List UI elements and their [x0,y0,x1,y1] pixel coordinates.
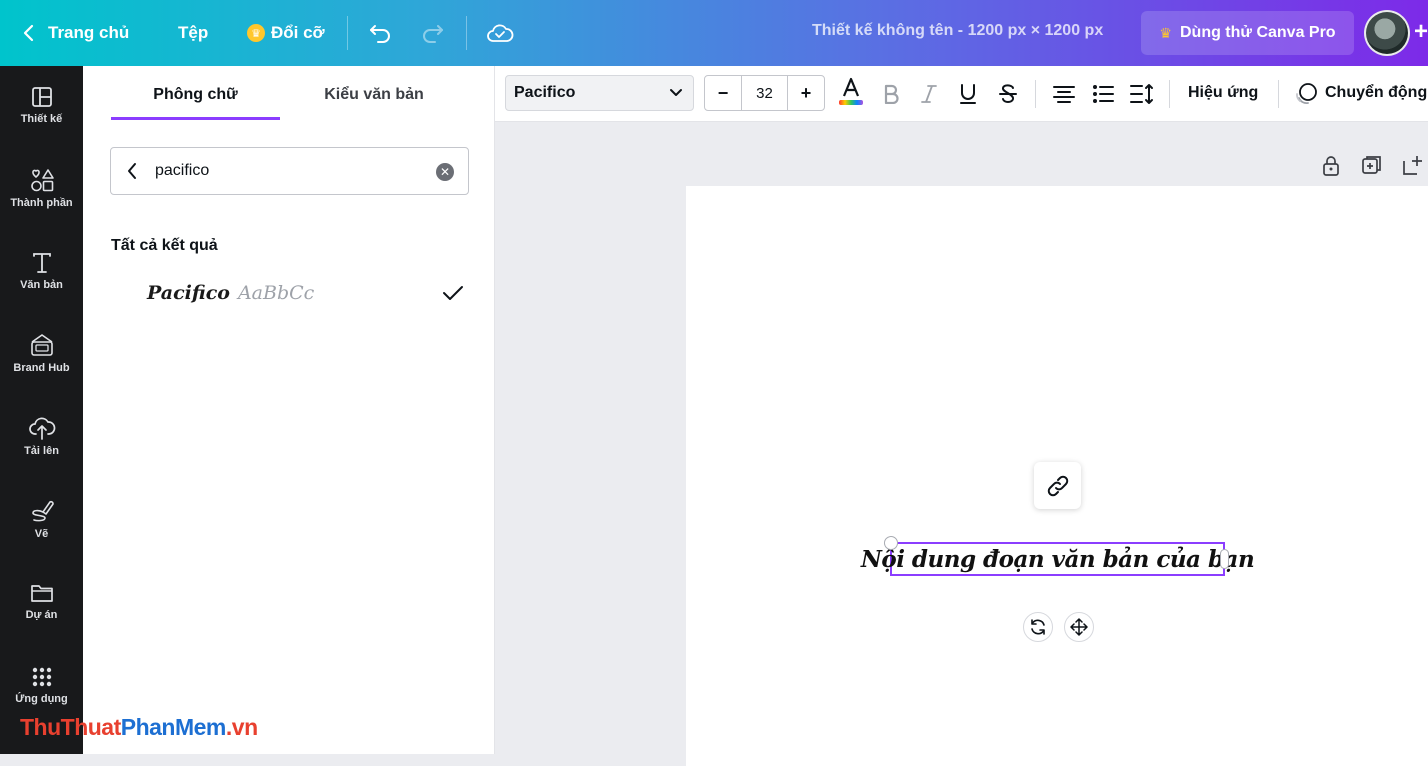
font-family-value: Pacifico [514,84,576,101]
add-page-icon[interactable] [1402,154,1424,176]
brand-hub-icon [29,332,55,362]
chevron-left-icon[interactable] [127,162,137,180]
chevron-down-icon [669,86,683,100]
sidebar-item-label: Thiết kế [20,113,63,125]
left-sidebar: Thiết kế Thành phần Văn bản Brand Hub Tả… [0,66,83,754]
avatar[interactable] [1364,10,1410,56]
sidebar-item-projects[interactable]: Dự án [0,581,83,651]
move-icon[interactable] [1064,612,1094,642]
sidebar-item-label: Thành phần [10,197,73,209]
canvas-text[interactable]: Nội dung đoạn văn bản của bạn [861,546,1255,573]
resize-button[interactable]: ♛ Đổi cỡ [247,13,325,53]
text-color-icon[interactable] [838,77,864,105]
strikethrough-icon[interactable] [995,81,1021,107]
effects-button[interactable]: Hiệu ứng [1188,84,1258,102]
text-toolbar: Pacifico − 32 + Hiệu ứng Chuyển động [495,66,1428,122]
apps-grid-icon [30,665,54,693]
home-button[interactable]: Trang chủ [22,13,129,53]
decrease-size-button[interactable]: − [705,76,741,110]
results-heading: Tất cả kết quả [111,237,218,254]
file-menu-button[interactable]: Tệp [178,13,208,53]
bold-icon[interactable] [878,81,904,107]
link-icon[interactable] [1034,462,1081,509]
redo-icon[interactable] [418,18,448,48]
checkmark-icon [441,283,465,303]
text-icon [30,251,54,279]
sidebar-item-text[interactable]: Văn bản [0,251,83,321]
resize-label: Đổi cỡ [271,23,325,42]
divider [466,16,467,50]
font-result-sample: AaBbCc [237,282,315,304]
undo-icon[interactable] [365,18,395,48]
try-pro-button[interactable]: ♛ Dùng thử Canva Pro [1141,11,1354,55]
sidebar-item-label: Ứng dụng [15,693,68,705]
layout-icon [30,85,54,113]
animate-button[interactable]: Chuyển động [1325,84,1427,102]
top-bar: Trang chủ Tệp ♛ Đổi cỡ Thiết kế không tê… [0,0,1428,66]
sidebar-item-label: Vẽ [34,528,49,540]
design-title[interactable]: Thiết kế không tên - 1200 px × 1200 px [812,22,1103,40]
divider [347,16,348,50]
watermark-logo: ThuThuatPhanMem.vn [20,714,258,740]
sidebar-item-label: Brand Hub [13,362,70,374]
tab-text-styles[interactable]: Kiểu văn bản [289,86,459,120]
design-page[interactable]: Nội dung đoạn văn bản của bạn [686,186,1428,766]
font-family-dropdown[interactable]: Pacifico [505,75,694,111]
search-query[interactable]: pacifico [155,162,209,180]
add-button[interactable]: + [1414,18,1428,46]
sidebar-item-brand-hub[interactable]: Brand Hub [0,332,83,402]
canvas-area: Nội dung đoạn văn bản của bạn [495,122,1428,766]
cloud-saved-icon[interactable] [485,18,515,48]
home-label: Trang chủ [48,23,130,42]
resize-handle[interactable] [884,536,898,550]
selected-text-box[interactable]: Nội dung đoạn văn bản của bạn [861,536,1255,576]
tab-fonts[interactable]: Phông chữ [111,86,280,120]
list-icon[interactable] [1090,81,1116,107]
divider [1169,80,1170,108]
resize-handle[interactable] [1220,549,1229,569]
sidebar-item-design[interactable]: Thiết kế [0,85,83,155]
font-result-name: Pacifico [147,282,230,304]
sidebar-item-label: Văn bản [20,279,63,291]
line-spacing-icon[interactable] [1129,81,1155,107]
underline-icon[interactable] [955,81,981,107]
font-size-input[interactable]: 32 [741,76,788,110]
italic-icon[interactable] [916,81,942,107]
folder-icon [29,581,55,609]
upload-cloud-icon [28,415,56,445]
divider [1035,80,1036,108]
crown-icon: ♛ [247,24,265,42]
rotate-icon[interactable] [1023,612,1053,642]
sidebar-item-draw[interactable]: Vẽ [0,498,83,568]
sidebar-item-uploads[interactable]: Tải lên [0,415,83,485]
font-size-stepper: − 32 + [704,75,825,111]
font-result-item[interactable]: Pacifico AaBbCc [111,271,469,315]
align-center-icon[interactable] [1051,81,1077,107]
chevron-left-icon [22,24,34,42]
clear-search-icon[interactable]: ✕ [436,163,454,181]
draw-icon [29,498,55,528]
increase-size-button[interactable]: + [788,76,824,110]
shapes-icon [29,167,55,197]
animate-icon[interactable] [1293,81,1319,107]
duplicate-page-icon[interactable] [1361,154,1383,176]
sidebar-item-label: Dự án [25,609,58,621]
try-pro-label: Dùng thử Canva Pro [1179,24,1336,41]
sidebar-item-elements[interactable]: Thành phần [0,167,83,237]
font-panel: Phông chữ Kiểu văn bản pacifico ✕ Tất cả… [83,66,495,754]
sidebar-item-label: Tải lên [24,445,59,457]
lock-icon[interactable] [1320,154,1342,176]
crown-icon: ♛ [1159,24,1172,41]
font-search-input[interactable]: pacifico ✕ [110,147,469,195]
divider [1278,80,1279,108]
